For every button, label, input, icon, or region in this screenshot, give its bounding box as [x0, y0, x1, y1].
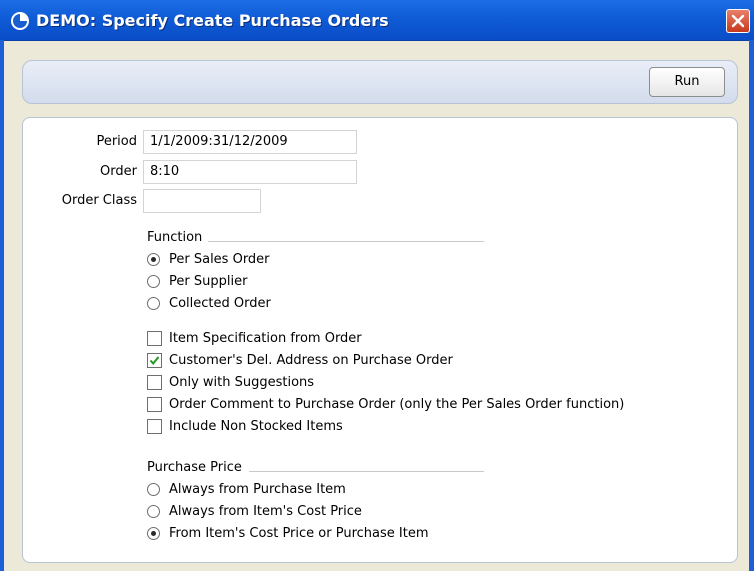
- radio-selected-dot: [151, 257, 156, 262]
- order-label: Order: [100, 164, 137, 179]
- order-class-label: Order Class: [61, 193, 137, 208]
- purchase-price-group-title: Purchase Price: [147, 460, 242, 475]
- checkbox[interactable]: [147, 353, 162, 368]
- title-bar[interactable]: DEMO: Specify Create Purchase Orders: [0, 0, 754, 41]
- radio-button[interactable]: [147, 505, 160, 518]
- checkbox-label: Order Comment to Purchase Order (only th…: [169, 397, 625, 412]
- radio-button[interactable]: [147, 275, 160, 288]
- radio-label: Always from Purchase Item: [169, 482, 346, 497]
- period-label: Period: [96, 134, 137, 149]
- checkbox[interactable]: [147, 397, 162, 412]
- close-icon: [731, 14, 745, 28]
- specification-panel: Period 1/1/2009:31/12/2009 Order 8:10 Or…: [22, 117, 738, 563]
- app-logo-icon: [10, 11, 30, 31]
- checkmark-icon: [149, 356, 160, 366]
- radio-label: Per Supplier: [169, 274, 248, 289]
- checkbox-label: Item Specification from Order: [169, 331, 362, 346]
- radio-label: From Item's Cost Price or Purchase Item: [169, 526, 429, 541]
- radio-label: Collected Order: [169, 296, 271, 311]
- checkbox-label: Customer's Del. Address on Purchase Orde…: [169, 353, 453, 368]
- purchase-price-group-divider: [249, 471, 484, 472]
- radio-button[interactable]: [147, 483, 160, 496]
- radio-button[interactable]: [147, 253, 160, 266]
- radio-button[interactable]: [147, 527, 160, 540]
- checkbox[interactable]: [147, 375, 162, 390]
- checkbox-label: Include Non Stocked Items: [169, 419, 343, 434]
- run-button[interactable]: Run: [649, 67, 725, 97]
- function-group-title: Function: [147, 230, 203, 245]
- radio-selected-dot: [151, 531, 156, 536]
- radio-label: Always from Item's Cost Price: [169, 504, 362, 519]
- checkbox-label: Only with Suggestions: [169, 375, 315, 390]
- checkbox[interactable]: [147, 419, 162, 434]
- button-bar: Run: [22, 60, 738, 104]
- order-class-field[interactable]: [143, 189, 261, 213]
- dialog-window: DEMO: Specify Create Purchase Orders Run…: [0, 0, 754, 571]
- close-button[interactable]: [726, 9, 750, 33]
- window-title: DEMO: Specify Create Purchase Orders: [36, 11, 389, 30]
- function-group-divider: [208, 241, 484, 242]
- order-field[interactable]: 8:10: [143, 160, 357, 184]
- checkbox[interactable]: [147, 331, 162, 346]
- radio-label: Per Sales Order: [169, 252, 270, 267]
- window-border-right: [749, 40, 754, 571]
- window-border-left: [0, 40, 4, 571]
- period-field[interactable]: 1/1/2009:31/12/2009: [143, 130, 357, 154]
- radio-button[interactable]: [147, 297, 160, 310]
